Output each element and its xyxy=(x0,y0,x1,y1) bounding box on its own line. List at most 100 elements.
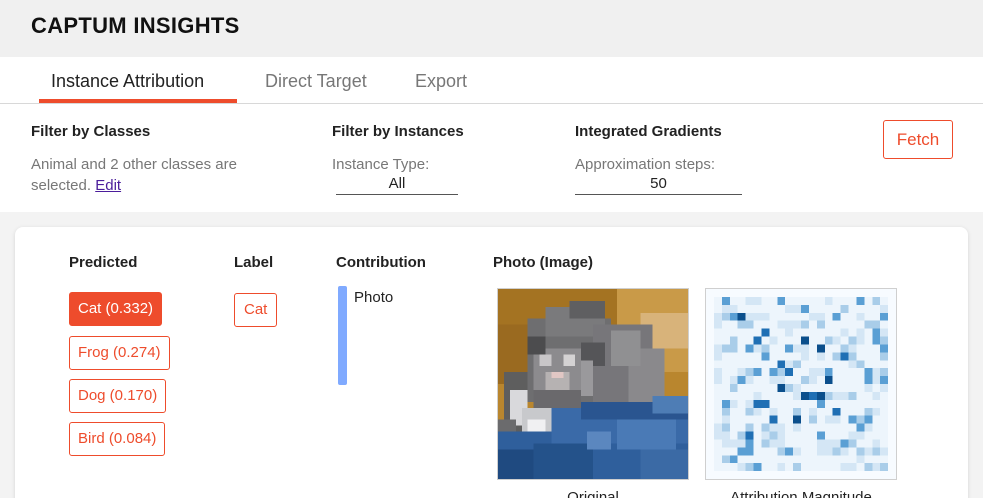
heatmap-cell xyxy=(729,328,738,337)
heatmap-cell xyxy=(753,455,762,464)
heatmap-cell xyxy=(706,328,714,337)
heatmap-cell xyxy=(785,463,794,472)
heatmap-cell xyxy=(785,391,794,400)
heatmap-cell xyxy=(880,447,889,456)
heatmap-cell xyxy=(872,312,881,321)
heatmap-cell xyxy=(824,328,833,337)
heatmap-cell xyxy=(737,296,746,305)
heatmap-cell xyxy=(753,320,762,329)
instance-type-field[interactable] xyxy=(336,173,458,195)
heatmap-cell xyxy=(864,344,873,353)
heatmap-cell xyxy=(793,447,801,456)
cat-photo xyxy=(498,289,688,479)
heatmap-cell xyxy=(793,439,801,448)
heatmap-cell xyxy=(793,415,801,424)
heatmap-cell xyxy=(721,328,730,337)
heatmap-cell xyxy=(816,463,825,472)
heatmap-cell xyxy=(880,455,889,464)
heatmap-cell xyxy=(761,439,770,448)
heatmap-cell xyxy=(880,328,889,337)
heatmap-cell xyxy=(769,399,778,408)
prediction-button-frog[interactable]: Frog (0.274) xyxy=(69,336,170,370)
heatmap-cell xyxy=(808,360,817,369)
heatmap-cell xyxy=(864,368,873,377)
heatmap-cell xyxy=(856,352,865,361)
heatmap-cell xyxy=(737,344,746,353)
heatmap-cell xyxy=(848,455,857,464)
heatmap-cell xyxy=(785,304,794,313)
approximation-steps-field[interactable] xyxy=(575,173,742,195)
heatmap-cell xyxy=(801,471,809,479)
heatmap-cell xyxy=(713,471,722,479)
heatmap-cell xyxy=(880,471,889,479)
heatmap-cell xyxy=(816,447,825,456)
heatmap-cell xyxy=(729,289,738,297)
heatmap-cell xyxy=(840,455,849,464)
heatmap-cell xyxy=(808,423,817,432)
heatmap-cell xyxy=(888,344,896,353)
filter-panel: Filter by Classes Animal and 2 other cla… xyxy=(0,104,983,212)
heatmap-cell xyxy=(888,447,896,456)
heatmap-cell xyxy=(824,352,833,361)
heatmap-cell xyxy=(856,431,865,440)
heatmap-cell xyxy=(721,455,730,464)
heatmap-cell xyxy=(824,376,833,384)
heatmap-cell xyxy=(816,312,825,321)
heatmap-cell xyxy=(729,320,738,329)
tab-direct-target[interactable]: Direct Target xyxy=(265,71,367,92)
heatmap-cell xyxy=(761,352,770,361)
heatmap-cell xyxy=(832,455,841,464)
prediction-button-dog[interactable]: Dog (0.170) xyxy=(69,379,167,413)
heatmap-cell xyxy=(745,399,754,408)
heatmap-cell xyxy=(729,423,738,432)
heatmap-cell xyxy=(880,352,889,361)
heatmap-cell xyxy=(880,360,889,369)
heatmap-cell xyxy=(769,368,778,377)
heatmap-cell xyxy=(880,320,889,329)
heatmap-cell xyxy=(761,415,770,424)
prediction-button-cat[interactable]: Cat (0.332) xyxy=(69,292,163,326)
heatmap-cell xyxy=(888,463,896,472)
heatmap-cell xyxy=(888,431,896,440)
heatmap-cell xyxy=(777,312,786,321)
heatmap-cell xyxy=(729,415,738,424)
heatmap-cell xyxy=(769,423,778,432)
heatmap-cell xyxy=(777,431,786,440)
heatmap-cell xyxy=(888,336,896,345)
heatmap-cell xyxy=(737,391,746,400)
heatmap-cell xyxy=(888,360,896,369)
heatmap-cell xyxy=(824,439,833,448)
heatmap-cell xyxy=(856,423,865,432)
heatmap-cell xyxy=(706,431,714,440)
prediction-button-bird[interactable]: Bird (0.084) xyxy=(69,422,166,456)
heatmap-cell xyxy=(753,289,762,297)
heatmap-cell xyxy=(737,463,746,472)
heatmap-cell xyxy=(801,368,809,377)
tab-instance-attribution[interactable]: Instance Attribution xyxy=(51,71,204,92)
heatmap-cell xyxy=(856,391,865,400)
tab-export[interactable]: Export xyxy=(415,71,467,92)
heatmap-cell xyxy=(729,352,738,361)
heatmap-cell xyxy=(769,415,778,424)
heatmap-cell xyxy=(840,312,849,321)
result-card: Predicted Label Contribution Photo (Imag… xyxy=(15,227,968,498)
heatmap-cell xyxy=(777,391,786,400)
heatmap-cell xyxy=(880,344,889,353)
heatmap-cell xyxy=(793,399,801,408)
heatmap-cell xyxy=(832,447,841,456)
heatmap-cell xyxy=(729,407,738,416)
heatmap-cell xyxy=(769,320,778,329)
edit-classes-link[interactable]: Edit xyxy=(95,177,121,194)
heatmap-cell xyxy=(801,304,809,313)
heatmap-cell xyxy=(721,368,730,377)
heatmap-cell xyxy=(761,368,770,377)
fetch-button[interactable]: Fetch xyxy=(883,120,953,159)
heatmap-cell xyxy=(880,368,889,377)
heatmap-cell xyxy=(769,447,778,456)
heatmap-cell xyxy=(761,360,770,369)
heatmap-cell xyxy=(840,376,849,384)
heatmap-cell xyxy=(864,439,873,448)
heatmap-cell xyxy=(753,304,762,313)
heatmap-cell xyxy=(848,344,857,353)
heatmap-cell xyxy=(856,471,865,479)
